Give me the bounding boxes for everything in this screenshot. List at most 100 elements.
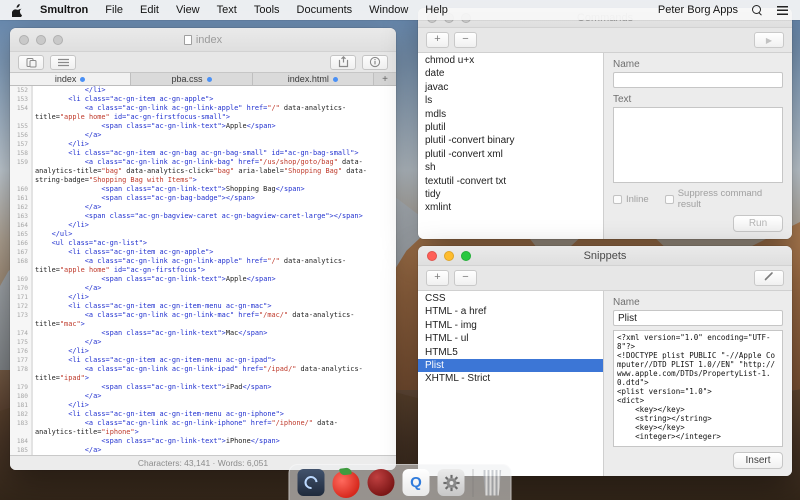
dock-separator [473, 469, 474, 497]
info-button[interactable] [362, 55, 388, 70]
record-app-icon[interactable] [368, 469, 395, 496]
menubar-app-name[interactable]: Smultron [40, 4, 88, 16]
code-line: title="apple home" id="ac-gn-firstfocus-… [10, 113, 396, 122]
apple-menu-icon[interactable] [12, 4, 23, 17]
command-list-item[interactable]: tidy [418, 188, 603, 201]
menubar-item[interactable]: Text [217, 4, 237, 16]
code-line: 159 <a class="ac-gn-link ac-gn-link-bag"… [10, 158, 396, 167]
smultron-strawberry-icon[interactable] [333, 471, 360, 498]
code-line: 177 <li class="ac-gn-item ac-gn-item-men… [10, 356, 396, 365]
snippet-list-item[interactable]: CSS [418, 292, 603, 305]
editor-tab[interactable]: index.html [253, 73, 374, 85]
remove-snippet-button[interactable]: − [454, 270, 477, 286]
code-line: 185 </a> [10, 446, 396, 455]
snippet-list-item[interactable]: HTML - img [418, 319, 603, 332]
spotlight-search-icon[interactable] [752, 5, 763, 16]
menubar-item[interactable]: Documents [297, 4, 353, 16]
command-list-item[interactable]: chmod u+x [418, 54, 603, 67]
menubar-right-text[interactable]: Peter Borg Apps [658, 4, 738, 16]
document-dot-icon [333, 77, 338, 82]
close-button[interactable] [427, 251, 437, 261]
system-preferences-icon[interactable] [438, 469, 465, 496]
code-line: 165 </ul> [10, 230, 396, 239]
zoom-button[interactable] [461, 251, 471, 261]
snippets-detail-pane: Name <?xml version="1.0" encoding="UTF-8… [604, 291, 792, 476]
document-dot-icon [80, 77, 85, 82]
code-line: 172 <li class="ac-gn-item ac-gn-item-men… [10, 302, 396, 311]
command-list-item[interactable]: xmlint [418, 201, 603, 214]
line-number: 180 [10, 392, 32, 401]
snippet-list-item[interactable]: Plist [418, 359, 603, 372]
snippet-content[interactable]: <?xml version="1.0" encoding="UTF-8"?> <… [613, 330, 783, 447]
command-list-item[interactable]: mdls [418, 108, 603, 121]
documents-sidebar-button[interactable] [18, 55, 44, 70]
command-list-item[interactable]: plutil [418, 121, 603, 134]
line-number: 184 [10, 437, 32, 446]
remove-command-button[interactable]: − [454, 32, 477, 48]
line-number: 169 [10, 275, 32, 284]
command-list-item[interactable]: date [418, 67, 603, 80]
new-tab-button[interactable]: + [374, 73, 396, 85]
edit-snippet-button[interactable] [754, 270, 784, 286]
menubar-item[interactable]: Edit [140, 4, 159, 16]
editor-tab[interactable]: index [10, 73, 131, 85]
code-editor[interactable]: 152 </li> 153 <li class="ac-gn-item ac-g… [10, 86, 396, 455]
notification-center-icon[interactable] [777, 6, 788, 15]
inline-label: Inline [626, 194, 649, 205]
snippet-list-item[interactable]: XHTML - Strict [418, 372, 603, 385]
suppress-result-checkbox[interactable] [665, 195, 674, 204]
inline-checkbox[interactable] [613, 195, 622, 204]
command-list-item[interactable]: textutil -convert txt [418, 175, 603, 188]
line-number: 154 [10, 104, 32, 113]
command-text-area[interactable] [613, 107, 783, 183]
menubar-item[interactable]: View [176, 4, 200, 16]
line-number: 178 [10, 365, 32, 374]
commands-detail-pane: Name Text Inline Suppress command result [604, 53, 792, 239]
add-snippet-button[interactable]: + [426, 270, 449, 286]
line-number: 166 [10, 239, 32, 248]
line-number: 161 [10, 194, 32, 203]
code-line: 176 </li> [10, 347, 396, 356]
code-line: 184 <span class="ac-gn-link-text">iPhone… [10, 437, 396, 446]
code-line: 163 <span class="ac-gn-bagview-caret ac-… [10, 212, 396, 221]
command-list-item[interactable]: plutil -convert xml [418, 148, 603, 161]
dock: Q [289, 464, 512, 500]
command-list-item[interactable]: sh [418, 161, 603, 174]
command-name-input[interactable] [613, 72, 783, 88]
snippet-name-input[interactable] [613, 310, 783, 326]
zoom-button[interactable] [53, 35, 63, 45]
line-number: 165 [10, 230, 32, 239]
menubar-item[interactable]: Window [369, 4, 408, 16]
snippet-list-item[interactable]: HTML - a href [418, 305, 603, 318]
line-number: 171 [10, 293, 32, 302]
run-command-icon-button[interactable]: ▶ [754, 32, 784, 48]
menubar-item[interactable]: Help [425, 4, 448, 16]
code-line: 174 <span class="ac-gn-link-text">Mac</s… [10, 329, 396, 338]
command-list-item[interactable]: javac [418, 81, 603, 94]
code-line: 171 </li> [10, 293, 396, 302]
line-list-button[interactable] [50, 55, 76, 70]
code-line: 183 <a class="ac-gn-link ac-gn-link-ipho… [10, 419, 396, 428]
editor-tab[interactable]: pba.css [131, 73, 252, 85]
close-button[interactable] [19, 35, 29, 45]
menubar-item[interactable]: Tools [254, 4, 280, 16]
quicktime-q-icon[interactable]: Q [403, 469, 430, 496]
blue-app-icon[interactable] [298, 469, 325, 496]
code-line: title="mac"> [10, 320, 396, 329]
snippets-body: CSSHTML - a hrefHTML - imgHTML - ulHTML5… [418, 290, 792, 476]
desktop: Smultron File Edit View Text Tools Documents W… [0, 0, 800, 500]
add-command-button[interactable]: + [426, 32, 449, 48]
snippet-list-item[interactable]: HTML5 [418, 346, 603, 359]
run-button[interactable]: Run [733, 215, 783, 232]
share-button[interactable] [330, 55, 356, 70]
command-list-item[interactable]: plutil -convert binary [418, 134, 603, 147]
insert-button[interactable]: Insert [733, 452, 783, 469]
minimize-button[interactable] [444, 251, 454, 261]
code-line: 162 </a> [10, 203, 396, 212]
snippet-list-item[interactable]: HTML - ul [418, 332, 603, 345]
command-list-item[interactable]: ls [418, 94, 603, 107]
minimize-button[interactable] [36, 35, 46, 45]
menubar-item[interactable]: File [105, 4, 123, 16]
trash-icon[interactable] [482, 470, 503, 496]
code-line: 173 <a class="ac-gn-link ac-gn-link-mac"… [10, 311, 396, 320]
